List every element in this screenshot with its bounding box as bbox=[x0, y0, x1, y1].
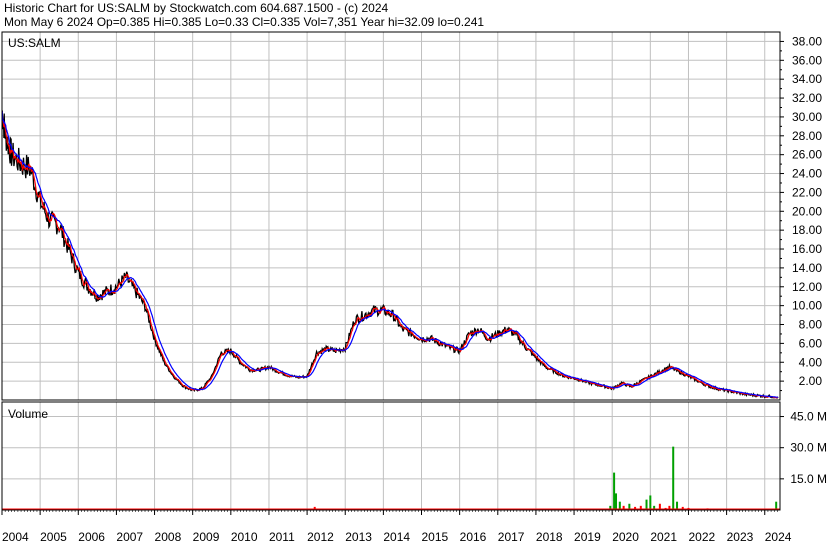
price-tick-label: 38.00 bbox=[792, 34, 822, 48]
price-tick-label: 22.00 bbox=[792, 185, 822, 199]
volume-grid bbox=[1, 402, 780, 510]
price-grid bbox=[1, 32, 780, 400]
volume-bar bbox=[613, 472, 616, 510]
year-tick-label: 2013 bbox=[345, 530, 372, 543]
volume-bar bbox=[672, 446, 675, 510]
price-tick-label: 12.00 bbox=[792, 280, 822, 294]
year-tick-label: 2005 bbox=[40, 530, 67, 543]
price-tick-label: 24.00 bbox=[792, 167, 822, 181]
year-tick-label: 2011 bbox=[269, 530, 295, 543]
price-tick-label: 28.00 bbox=[792, 129, 822, 143]
price-tick-label: 18.00 bbox=[792, 223, 822, 237]
price-tick-label: 14.00 bbox=[792, 261, 822, 275]
year-tick-label: 2014 bbox=[383, 530, 410, 543]
volume-axis: 45.0 M 30.0 M 15.0 M bbox=[780, 410, 827, 486]
volume-bar bbox=[649, 495, 652, 510]
price-tick-label: 30.00 bbox=[792, 110, 822, 124]
stock-chart: 38.00 36.00 34.00 32.00 30.00 28.00 26.00 24.00… bbox=[1, 31, 827, 543]
price-tick-label: 8.00 bbox=[799, 318, 823, 332]
year-tick-label: 2021 bbox=[650, 530, 677, 543]
year-tick-label: 2020 bbox=[612, 530, 639, 543]
panel-frames bbox=[1, 31, 781, 511]
price-panel-label: US:SALM bbox=[8, 36, 61, 50]
year-tick-label: 2006 bbox=[78, 530, 105, 543]
price-axis: 38.00 36.00 34.00 32.00 30.00 28.00 26.00 24.00… bbox=[780, 34, 823, 392]
volume-bar bbox=[645, 499, 648, 510]
year-tick-label: 2016 bbox=[460, 530, 487, 543]
year-tick-label: 2008 bbox=[155, 530, 182, 543]
year-tick-label: 2004 bbox=[2, 530, 29, 543]
price-tick-label: 6.00 bbox=[799, 336, 823, 350]
year-tick-label: 2009 bbox=[193, 530, 220, 543]
price-tick-label: 16.00 bbox=[792, 242, 822, 256]
price-tick-label: 26.00 bbox=[792, 148, 822, 162]
year-tick-label: 2012 bbox=[307, 530, 334, 543]
price-panel-frame bbox=[1, 31, 781, 401]
volume-panel-frame bbox=[1, 401, 781, 511]
year-axis: 2004 2005 2006 2007 2008 2009 2010 2011 2012 2013… bbox=[1, 510, 792, 543]
volume-panel-label: Volume bbox=[8, 407, 48, 421]
price-tick-label: 36.00 bbox=[792, 53, 822, 67]
price-tick-label: 32.00 bbox=[792, 91, 822, 105]
year-tick-label: 2010 bbox=[231, 530, 258, 543]
price-tick-label: 2.00 bbox=[799, 374, 823, 388]
price-tick-label: 4.00 bbox=[799, 355, 823, 369]
year-tick-label: 2022 bbox=[688, 530, 715, 543]
volume-bar bbox=[615, 493, 618, 510]
volume-tick-label: 45.0 M bbox=[790, 410, 827, 424]
year-tick-label: 2024 bbox=[765, 530, 792, 543]
year-tick-label: 2019 bbox=[574, 530, 601, 543]
year-tick-label: 2018 bbox=[536, 530, 563, 543]
year-tick-label: 2007 bbox=[116, 530, 143, 543]
price-tick-label: 34.00 bbox=[792, 72, 822, 86]
year-tick-label: 2017 bbox=[498, 530, 525, 543]
price-tick-label: 10.00 bbox=[792, 299, 822, 313]
year-tick-label: 2023 bbox=[727, 530, 754, 543]
price-tick-label: 20.00 bbox=[792, 204, 822, 218]
year-tick-label: 2015 bbox=[422, 530, 449, 543]
volume-tick-label: 15.0 M bbox=[790, 472, 827, 486]
volume-tick-label: 30.0 M bbox=[790, 441, 827, 455]
